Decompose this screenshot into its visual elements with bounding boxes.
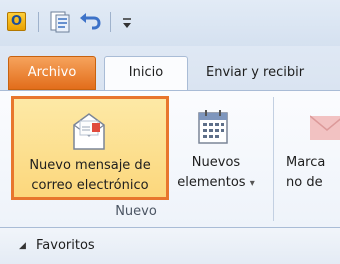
send-receive-icon[interactable] xyxy=(50,11,70,33)
group-separator xyxy=(273,97,274,221)
outlook-app-icon[interactable]: O xyxy=(7,12,26,31)
favorites-header[interactable]: Favoritos xyxy=(36,238,95,253)
mark-button[interactable]: Marca no de xyxy=(282,96,340,200)
new-email-label-line1: Nuevo mensaje de xyxy=(29,158,151,173)
toolbar-separator xyxy=(38,12,39,32)
new-email-icon xyxy=(73,113,105,150)
collapse-triangle-icon[interactable]: ◢ xyxy=(19,241,26,251)
envelope-icon xyxy=(310,115,340,140)
quick-access-toolbar: O xyxy=(0,0,340,46)
new-items-label-line2: elementos ▾ xyxy=(174,174,258,193)
mark-label-line1: Marca xyxy=(286,155,326,170)
ribbon-panel: Nuevo mensaje de correo electrónico Nuev… xyxy=(0,90,340,228)
calendar-icon xyxy=(198,110,228,144)
mark-label-line2: no de xyxy=(286,175,323,190)
tab-enviar-y-recibir[interactable]: Enviar y recibir xyxy=(194,57,340,90)
new-email-button[interactable]: Nuevo mensaje de correo electrónico xyxy=(11,96,169,200)
chevron-down-icon: ▾ xyxy=(249,178,255,189)
customize-toolbar-icon[interactable] xyxy=(121,13,133,31)
tab-archivo[interactable]: Archivo xyxy=(8,56,96,90)
new-email-label-line2: correo electrónico xyxy=(31,178,149,193)
new-items-button[interactable]: Nuevos elementos ▾ xyxy=(174,96,274,200)
ribbon-tabstrip: Archivo Inicio Enviar y recibir xyxy=(0,46,340,90)
tab-inicio[interactable]: Inicio xyxy=(104,56,188,90)
ribbon-group-label: Nuevo xyxy=(115,204,157,219)
undo-icon[interactable] xyxy=(79,11,101,33)
toolbar-separator xyxy=(110,12,111,32)
new-items-label-text: elementos xyxy=(177,175,246,190)
navigation-pane: ◢ Favoritos xyxy=(0,228,340,264)
new-items-label-line1: Nuevos xyxy=(191,155,241,170)
